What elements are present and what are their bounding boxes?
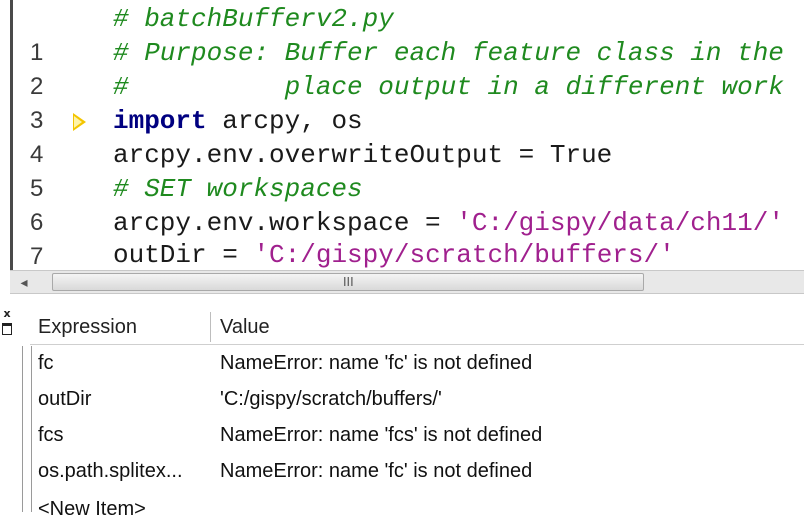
watch-expression: outDir xyxy=(38,388,92,410)
watch-row[interactable]: fcs NameError: name 'fcs' is not defined xyxy=(30,420,804,450)
code-line-6[interactable]: 6 # SET workspaces xyxy=(0,172,804,236)
watch-expression: fcs xyxy=(38,424,64,446)
watch-expression: os.path.splitex... xyxy=(38,460,183,482)
watch-value: NameError: name 'fc' is not defined xyxy=(220,352,533,374)
scroll-left-arrow-icon[interactable]: ◂ xyxy=(14,271,34,293)
code-text: arcpy, os xyxy=(206,106,363,136)
watch-row[interactable]: os.path.splitex... NameError: name 'fc' … xyxy=(30,456,804,486)
code-line-8[interactable]: 8 outDir = 'C:/gispy/scratch/buffers/' xyxy=(0,238,804,270)
code-comment: # batchBufferv2.py xyxy=(113,4,394,34)
watch-value: NameError: name 'fc' is not defined xyxy=(220,460,533,482)
code-line-5[interactable]: 5 arcpy.env.overwriteOutput = True xyxy=(0,138,804,202)
code-line-2[interactable]: 2 # Purpose: Buffer each feature class i… xyxy=(0,36,804,100)
horizontal-scrollbar[interactable]: ◂ III xyxy=(10,270,804,294)
code-comment: # SET workspaces xyxy=(113,174,363,204)
scrollbar-thumb[interactable]: III xyxy=(52,273,644,291)
column-header-value[interactable]: Value xyxy=(220,310,800,344)
code-string: 'C:/gispy/scratch/buffers/' xyxy=(253,240,675,270)
code-text: arcpy.env.overwriteOutput = True xyxy=(113,140,613,170)
close-icon[interactable]: x xyxy=(2,308,12,320)
code-comment: # place output in a different work xyxy=(113,72,784,102)
watch-value: NameError: name 'fcs' is not defined xyxy=(220,424,543,446)
code-line-7[interactable]: 7 arcpy.env.workspace = 'C:/gispy/data/c… xyxy=(0,206,804,270)
code-line-3[interactable]: 3 # place output in a different work xyxy=(0,70,804,134)
watch-header: Expression Value xyxy=(30,310,804,345)
code-text: outDir = xyxy=(113,240,254,270)
code-keyword: import xyxy=(113,106,207,136)
code-editor[interactable]: 1 # batchBufferv2.py 2 # Purpose: Buffer… xyxy=(0,0,804,270)
breakpoint-arrow-icon[interactable] xyxy=(73,113,86,131)
new-watch-item[interactable]: <New Item> xyxy=(38,494,146,524)
code-line-4[interactable]: 4 import arcpy, os xyxy=(0,104,804,168)
watch-row[interactable]: outDir 'C:/gispy/scratch/buffers/' xyxy=(30,384,804,414)
watch-expression: fc xyxy=(38,352,54,374)
scrollbar-grip-icon: III xyxy=(343,275,354,289)
column-divider[interactable] xyxy=(210,312,211,342)
code-line-1[interactable]: 1 # batchBufferv2.py xyxy=(0,2,804,66)
pane-controls: x xyxy=(0,308,14,348)
code-text: arcpy.env.workspace = xyxy=(113,208,457,238)
code-string: 'C:/gispy/data/ch11/' xyxy=(456,208,784,238)
watch-value: 'C:/gispy/scratch/buffers/' xyxy=(220,388,442,410)
code-comment: # Purpose: Buffer each feature class in … xyxy=(113,38,784,68)
restore-icon[interactable] xyxy=(2,323,12,335)
column-header-expression[interactable]: Expression xyxy=(38,310,208,344)
watch-row[interactable]: fc NameError: name 'fc' is not defined xyxy=(30,348,804,378)
watch-panel: x Expression Value fc NameError: name 'f… xyxy=(0,294,804,520)
